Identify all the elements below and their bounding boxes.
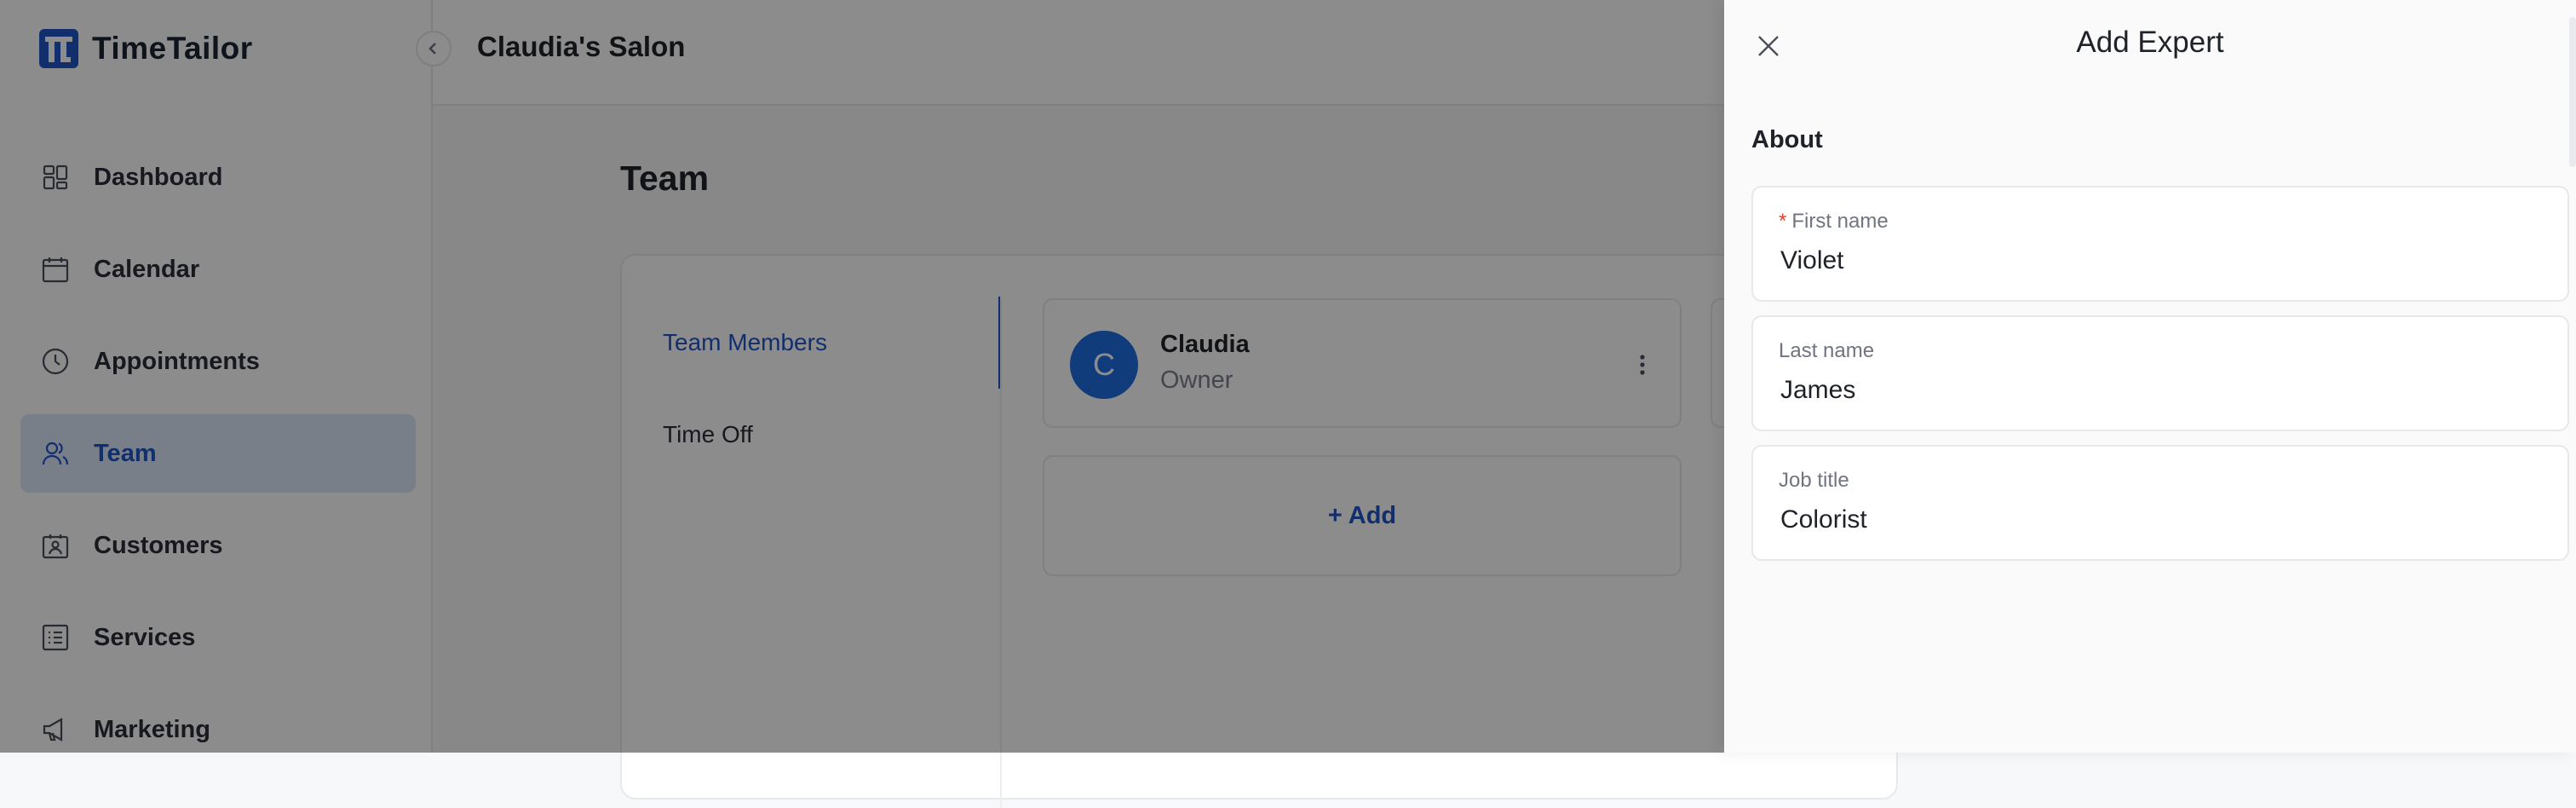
job-title-field[interactable]: Job title (1751, 445, 2569, 561)
job-title-label: Job title (1779, 469, 1849, 492)
first-name-label-text: First name (1791, 210, 1889, 233)
job-title-input[interactable] (1779, 501, 2530, 539)
required-marker: * (1779, 210, 1787, 233)
last-name-input[interactable] (1779, 372, 2530, 409)
close-icon (1758, 36, 1779, 56)
first-name-field[interactable]: * First name (1751, 186, 2569, 302)
last-name-field[interactable]: Last name (1751, 315, 2569, 431)
section-heading-about: About (1751, 126, 1823, 153)
first-name-input[interactable] (1779, 242, 2530, 280)
first-name-label: * First name (1779, 210, 1889, 234)
close-button[interactable] (1751, 29, 1785, 63)
scrollbar[interactable] (2569, 17, 2576, 167)
last-name-label: Last name (1779, 339, 1875, 362)
add-expert-drawer: Add Expert About *First name Last name J… (1724, 0, 2576, 753)
app-shell: TimeTailor Dashboard Calendar Appointmen… (0, 0, 2576, 808)
drawer-title: Add Expert (2076, 26, 2224, 59)
